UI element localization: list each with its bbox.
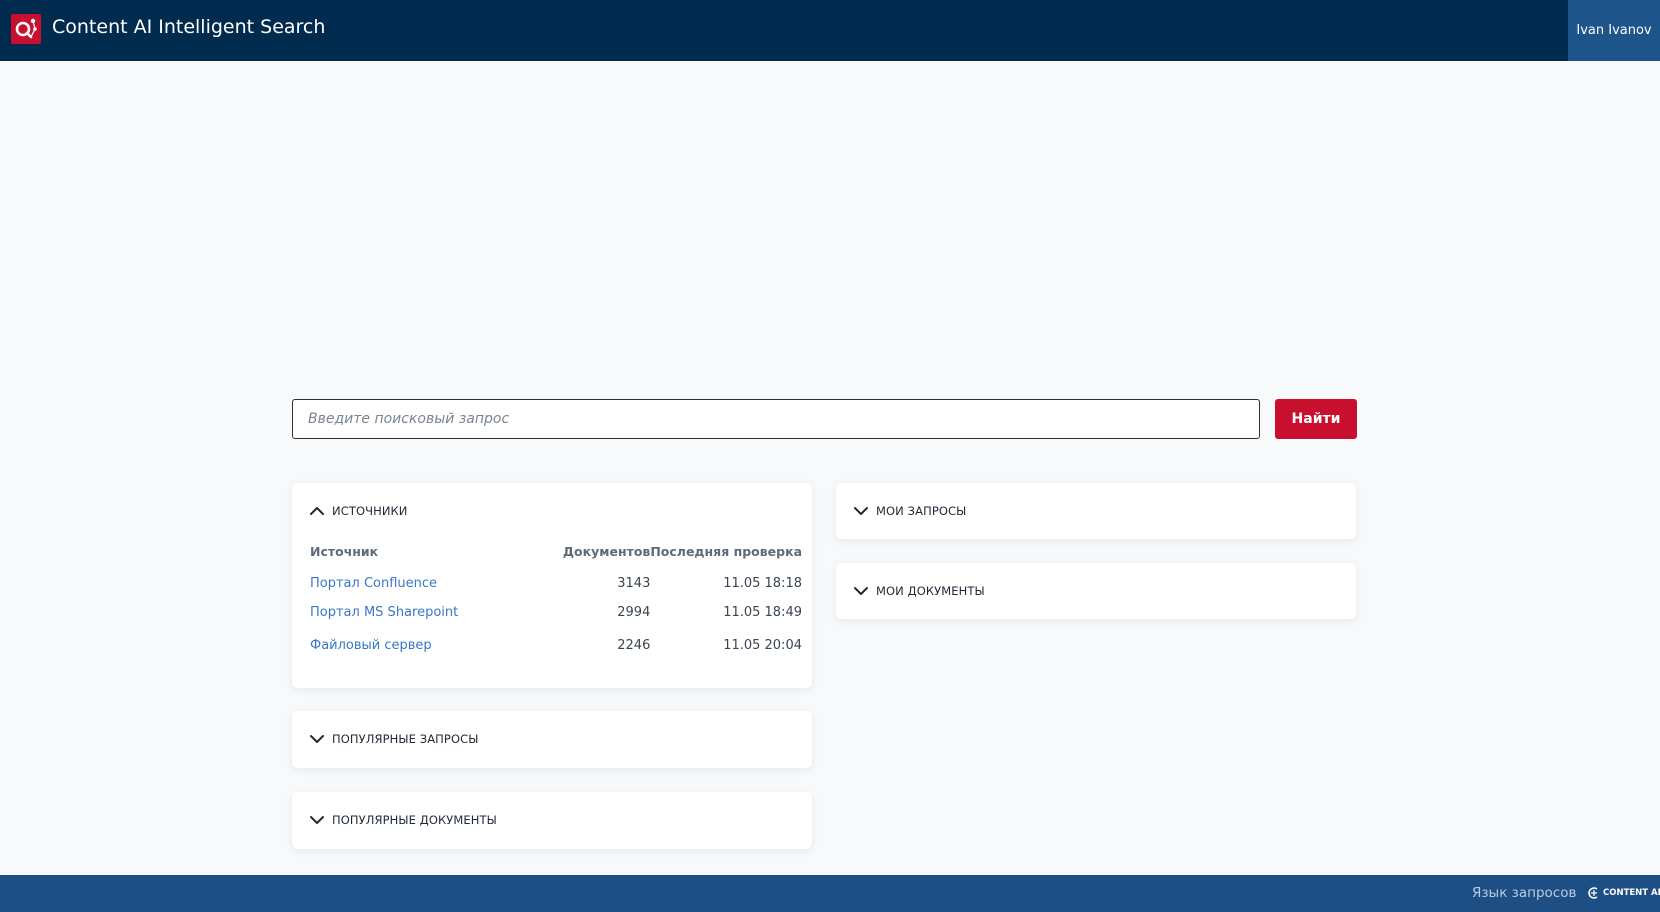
my-documents-panel-toggle[interactable]: МОИ ДОКУМЕНТЫ (852, 581, 985, 601)
chevron-down-icon (310, 816, 324, 824)
popular-queries-panel-toggle[interactable]: ПОПУЛЯРНЫЕ ЗАПРОСЫ (308, 729, 479, 749)
documents-count: 2246 (617, 638, 651, 653)
footer-brand: CONTENT AI (1588, 887, 1660, 899)
column-header-documents: Документов (562, 543, 651, 559)
app-title: Content AI Intelligent Search (52, 16, 326, 38)
documents-count: 3143 (617, 576, 651, 591)
footer-brand-label: CONTENT AI (1603, 888, 1660, 898)
search-input[interactable] (292, 399, 1260, 439)
top-bar: Content AI Intelligent Search Ivan Ivano… (0, 0, 1660, 61)
query-language-link[interactable]: Язык запросов (1472, 885, 1576, 901)
my-queries-panel: МОИ ЗАПРОСЫ (836, 483, 1356, 539)
chevron-down-icon (854, 507, 868, 515)
app-logo-icon[interactable] (11, 14, 41, 44)
popular-documents-panel-toggle[interactable]: ПОПУЛЯРНЫЕ ДОКУМЕНТЫ (308, 810, 497, 830)
source-link[interactable]: Портал MS Sharepoint (310, 605, 458, 620)
popular-documents-panel: ПОПУЛЯРНЫЕ ДОКУМЕНТЫ (292, 792, 812, 849)
last-check-time: 11.05 18:49 (723, 605, 802, 620)
table-row: Файловый сервер 2246 11.05 20:04 (310, 629, 802, 662)
footer: Язык запросов CONTENT AI (0, 875, 1660, 912)
chevron-down-icon (854, 587, 868, 595)
sources-panel: ИСТОЧНИКИ Источник Документов Последняя … (292, 483, 812, 688)
sources-table: Источник Документов Последняя проверка П… (310, 539, 802, 662)
table-header-row: Источник Документов Последняя проверка (310, 539, 802, 563)
my-queries-panel-toggle[interactable]: МОИ ЗАПРОСЫ (852, 501, 966, 521)
chevron-down-icon (310, 735, 324, 743)
search-button[interactable]: Найти (1275, 399, 1357, 439)
table-row: Портал MS Sharepoint 2994 11.05 18:49 (310, 596, 802, 629)
my-queries-panel-title: МОИ ЗАПРОСЫ (876, 504, 967, 518)
popular-documents-panel-title: ПОПУЛЯРНЫЕ ДОКУМЕНТЫ (332, 813, 497, 827)
my-documents-panel: МОИ ДОКУМЕНТЫ (836, 563, 1356, 619)
table-row: Портал Confluence 3143 11.05 18:18 (310, 563, 802, 596)
source-link[interactable]: Файловый сервер (310, 638, 432, 653)
last-check-time: 11.05 18:18 (723, 576, 802, 591)
source-link[interactable]: Портал Confluence (310, 576, 437, 591)
documents-count: 2994 (617, 605, 651, 620)
user-menu-button[interactable]: Ivan Ivanov (1568, 0, 1660, 61)
popular-queries-panel: ПОПУЛЯРНЫЕ ЗАПРОСЫ (292, 711, 812, 768)
my-documents-panel-title: МОИ ДОКУМЕНТЫ (876, 584, 985, 598)
popular-queries-panel-title: ПОПУЛЯРНЫЕ ЗАПРОСЫ (332, 732, 479, 746)
chevron-up-icon (310, 507, 324, 515)
sources-panel-title: ИСТОЧНИКИ (332, 504, 408, 518)
last-check-time: 11.05 20:04 (723, 638, 802, 653)
column-header-last-check: Последняя проверка (650, 543, 802, 559)
content-ai-brand-icon (1588, 887, 1598, 899)
sources-panel-toggle[interactable]: ИСТОЧНИКИ (308, 501, 408, 521)
column-header-source: Источник (310, 543, 379, 559)
